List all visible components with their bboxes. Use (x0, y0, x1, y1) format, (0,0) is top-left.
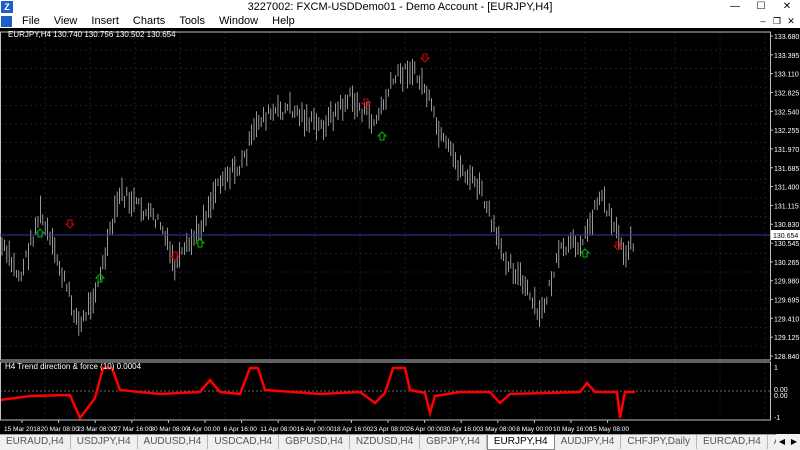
chart-header: EURJPY,H4 130.740 130.756 130.502 130.65… (8, 30, 176, 39)
buy-arrow-icon (34, 228, 46, 238)
tab-scroll-controls: ◀ ▶ (776, 434, 800, 450)
tab-eurcad-h4[interactable]: EURCAD,H4 (697, 435, 768, 449)
price-tick-label: 129.695 (774, 298, 799, 305)
tab-gbpusd-h4[interactable]: GBPUSD,H4 (279, 435, 350, 449)
time-tick-label: 6 Apr 16:00 (224, 426, 258, 433)
menu-window[interactable]: Window (212, 14, 265, 28)
sell-arrow-icon (419, 53, 431, 63)
tab-audusd-h4[interactable]: AUDUSD,H4 (138, 435, 209, 449)
time-tick-label: 3 May 08:00 (480, 426, 516, 433)
sell-arrow-icon (64, 219, 76, 229)
menu-insert[interactable]: Insert (84, 14, 126, 28)
time-tick-label: 8 May 00:00 (516, 426, 552, 433)
chart-axes: 133.680 133.395 133.110 132.825 132.540 132.2… (0, 31, 800, 433)
buy-arrow-icon (194, 238, 206, 248)
tab-usdcad-h4[interactable]: USDCAD,H4 (208, 435, 280, 449)
mdi-controls: – ❐ ✕ (756, 14, 798, 28)
tab-nzdusd-h4[interactable]: NZDUSD,H4 (350, 435, 421, 449)
price-tick-label: 132.825 (774, 90, 799, 97)
price-tick-label: 132.255 (774, 128, 799, 135)
price-tick-label: 133.110 (774, 72, 799, 79)
mdi-close-button[interactable]: ✕ (784, 14, 798, 28)
price-tick-label: 131.970 (774, 147, 799, 154)
close-button[interactable]: ✕ (774, 0, 800, 14)
menu-bar: File View Insert Charts Tools Window Hel… (0, 14, 800, 28)
indicator-tick-label: 0.00 (774, 393, 788, 400)
mdi-restore-button[interactable]: ❐ (770, 14, 784, 28)
price-tick-label: 132.540 (774, 109, 799, 116)
tab-euraud-h4[interactable]: EURAUD,H4 (0, 435, 71, 449)
time-tick-label: 18 Apr 16:00 (333, 426, 370, 433)
indicator-line (0, 366, 635, 421)
price-tick-label: 131.115 (774, 203, 799, 210)
time-tick-label: 26 Apr 00:00 (407, 426, 444, 433)
price-chart[interactable]: 133.680 133.395 133.110 132.825 132.540 132.2… (0, 28, 800, 434)
buy-arrow-icon (376, 131, 388, 141)
time-tick-label: 20 Mar 08:00 (41, 426, 80, 433)
menu-charts[interactable]: Charts (126, 14, 172, 28)
menu-tools[interactable]: Tools (172, 14, 212, 28)
indicator-label: H4 Trend direction & force (10) 0.0004 (5, 362, 142, 371)
tab-eurjpy-h4[interactable]: EURJPY,H4 (486, 435, 555, 450)
price-tick-label: 128.840 (774, 354, 799, 361)
chart-tabs-bar: EURAUD,H4 USDJPY,H4 AUDUSD,H4 USDCAD,H4 GBPU… (0, 434, 800, 450)
tab-scroll-right-button[interactable]: ▶ (788, 434, 800, 450)
menu-help[interactable]: Help (265, 14, 302, 28)
time-tick-label: 23 Apr 08:00 (370, 426, 407, 433)
tab-usdjpy-h4[interactable]: USDJPY,H4 (71, 435, 138, 449)
chart-window[interactable]: 133.680 133.395 133.110 132.825 132.540 132.2… (0, 28, 800, 434)
price-tick-label: 129.410 (774, 316, 799, 323)
price-tick-label: 130.545 (774, 241, 799, 248)
price-tick-label: 129.980 (774, 279, 799, 286)
time-tick-label: 30 Apr 16:00 (443, 426, 480, 433)
price-tick-label: 131.685 (774, 166, 799, 173)
current-price-label: 130.654 (773, 233, 798, 240)
time-tick-label: 15 May 08:00 (590, 426, 630, 433)
price-tick-label: 133.395 (774, 53, 799, 60)
tab-chfjpy-daily[interactable]: CHFJPY,Daily (621, 435, 697, 449)
maximize-button[interactable]: ☐ (748, 0, 774, 14)
indicator-tick-label: 1 (774, 365, 778, 372)
tab-scroll-left-button[interactable]: ◀ (776, 434, 788, 450)
time-tick-label: 11 Apr 08:00 (260, 426, 297, 433)
menu-view[interactable]: View (47, 14, 85, 28)
chart-document-icon[interactable] (1, 15, 12, 27)
price-tick-label: 129.125 (774, 335, 799, 342)
time-tick-label: 4 Apr 00:00 (187, 426, 221, 433)
price-tick-label: 131.400 (774, 185, 799, 192)
time-tick-label: 30 Mar 08:00 (150, 426, 189, 433)
minimize-button[interactable]: — (722, 0, 748, 14)
time-tick-label: 15 Mar 2018 (4, 426, 41, 433)
time-tick-label: 10 May 16:00 (553, 426, 593, 433)
tab-audjpy-h4[interactable]: AUDJPY,H4 (555, 435, 622, 449)
mdi-minimize-button[interactable]: – (756, 14, 770, 28)
indicator-pane (0, 366, 770, 421)
app-icon[interactable]: Z (1, 1, 13, 13)
price-tick-label: 130.830 (774, 222, 799, 229)
indicator-tick-label: -1 (774, 415, 780, 422)
time-tick-label: 16 Apr 00:00 (297, 426, 334, 433)
menu-file[interactable]: File (15, 14, 47, 28)
price-tick-label: 133.680 (774, 34, 799, 41)
tab-gbpjpy-h4[interactable]: GBPJPY,H4 (420, 435, 487, 449)
signal-arrows (34, 53, 624, 283)
window-controls: — ☐ ✕ (722, 0, 800, 14)
price-tick-label: 130.265 (774, 260, 799, 267)
title-bar: Z 3227002: FXCM-USDDemo01 - Demo Account… (0, 0, 800, 14)
time-tick-label: 27 Mar 16:00 (114, 426, 153, 433)
time-tick-label: 23 Mar 08:00 (77, 426, 116, 433)
price-bars (1, 59, 634, 336)
window-title: 3227002: FXCM-USDDemo01 - Demo Account -… (247, 1, 553, 13)
